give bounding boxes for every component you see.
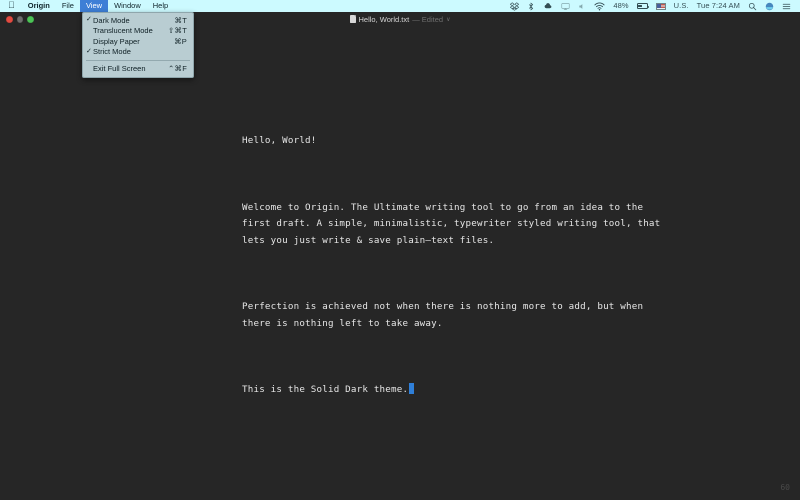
wifi-icon[interactable] <box>590 0 609 12</box>
apple-icon[interactable]:  <box>0 0 22 12</box>
us-flag-icon[interactable] <box>652 0 670 12</box>
battery-icon[interactable] <box>633 0 652 12</box>
search-icon[interactable] <box>744 0 761 12</box>
menu-item-strict-mode[interactable]: ✓ Strict Mode <box>83 47 193 58</box>
input-source-label[interactable]: U.S. <box>670 0 693 12</box>
dropbox-icon[interactable] <box>506 0 523 12</box>
control-center-icon[interactable] <box>778 0 795 12</box>
menu-item-display-paper[interactable]: Display Paper ⌘P <box>83 36 193 47</box>
text-cursor <box>408 383 415 395</box>
cloud-icon[interactable] <box>539 0 557 12</box>
editor-area[interactable]: Hello, World! Welcome to Origin. The Ult… <box>0 26 800 500</box>
chevron-down-icon[interactable]: ∨ <box>446 16 450 23</box>
paragraph: Perfection is achieved not when there is… <box>242 301 644 329</box>
paragraph: Welcome to Origin. The Ultimate writing … <box>242 201 661 246</box>
paragraph: Hello, World! <box>242 135 317 147</box>
editor-text[interactable]: Hello, World! Welcome to Origin. The Ult… <box>242 100 662 432</box>
menu-item-dark-mode[interactable]: ✓ Dark Mode ⌘T <box>83 15 193 26</box>
menu-bar:  Origin File View Window Help 48% U.S. <box>0 0 800 12</box>
menu-item-shortcut: ⌘T <box>174 15 187 25</box>
view-menu-dropdown: ✓ Dark Mode ⌘T Translucent Mode ⇧⌘T Disp… <box>82 12 194 78</box>
menu-bar-app-menus:  Origin File View Window Help <box>0 0 174 12</box>
menu-item-label: Translucent Mode <box>93 26 153 36</box>
menu-view[interactable]: View <box>79 0 109 12</box>
battery-percent: 48% <box>613 1 629 10</box>
menu-item-shortcut: ⌃⌘F <box>168 63 187 73</box>
menu-item-label: Dark Mode <box>93 15 130 25</box>
menu-item-label: Display Paper <box>93 36 140 46</box>
siri-icon[interactable] <box>761 0 778 12</box>
menu-item-label: Exit Full Screen <box>93 63 146 73</box>
edited-status: — Edited <box>412 14 444 24</box>
menu-item-exit-full-screen[interactable]: Exit Full Screen ⌃⌘F <box>83 63 193 74</box>
menu-item-label: Strict Mode <box>93 47 131 57</box>
document-filename[interactable]: Hello, World.txt <box>359 15 410 24</box>
menu-item-shortcut: ⌘P <box>174 36 187 46</box>
menu-bar-status-items: 48% U.S. Tue 7:24 AM <box>506 0 800 12</box>
checkmark-icon: ✓ <box>86 47 92 55</box>
bluetooth-icon[interactable] <box>523 0 539 12</box>
clock[interactable]: Tue 7:24 AM <box>693 0 744 12</box>
menu-item-translucent-mode[interactable]: Translucent Mode ⇧⌘T <box>83 26 193 37</box>
menu-help[interactable]: Help <box>147 0 174 12</box>
word-count: 60 <box>780 483 790 492</box>
menu-file[interactable]: File <box>56 0 80 12</box>
menu-separator <box>86 59 190 61</box>
menu-origin[interactable]: Origin <box>22 0 56 12</box>
checkmark-icon: ✓ <box>86 16 92 24</box>
paragraph-with-cursor: This is the Solid Dark theme. <box>242 382 662 399</box>
menu-item-shortcut: ⇧⌘T <box>168 26 187 36</box>
paragraph-text: This is the Solid Dark theme. <box>242 384 409 396</box>
document-icon <box>349 15 356 23</box>
airplay-icon[interactable] <box>557 0 574 12</box>
volume-icon[interactable] <box>574 0 590 12</box>
menu-window[interactable]: Window <box>108 0 147 12</box>
